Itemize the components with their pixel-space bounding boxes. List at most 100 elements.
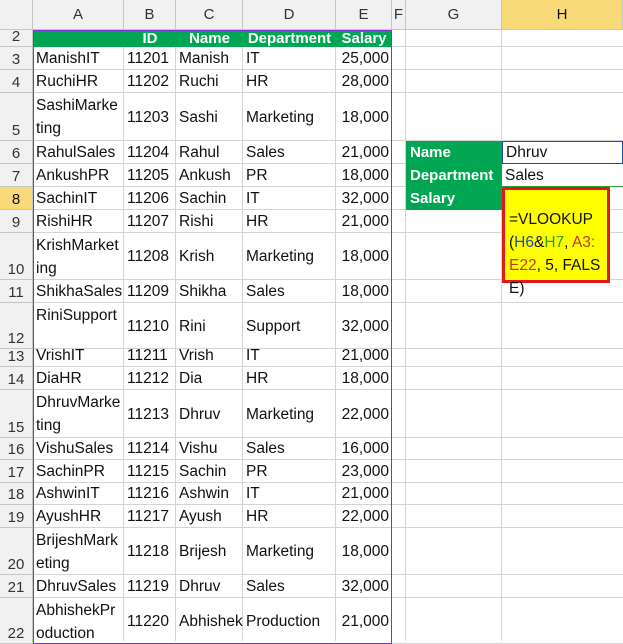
column-header-b[interactable]: B <box>124 0 176 30</box>
cell-dept[interactable]: Sales <box>243 280 336 303</box>
row-header-12[interactable]: 12 <box>0 303 33 349</box>
cell-fullname[interactable]: ManishIT <box>33 47 124 70</box>
cell-name[interactable]: Sachin <box>176 187 243 210</box>
cell-dept[interactable]: Sales <box>243 438 336 460</box>
cell-fullname[interactable]: DiaHR <box>33 367 124 390</box>
cell-id[interactable]: 11212 <box>124 367 176 390</box>
cell-name[interactable]: Ruchi <box>176 70 243 93</box>
cell-salary[interactable]: 16,000 <box>336 438 392 460</box>
cell-dept[interactable]: Marketing <box>243 528 336 575</box>
cell-fullname[interactable]: RuchiHR <box>33 70 124 93</box>
row-header-16[interactable]: 16 <box>0 438 33 460</box>
cell-fullname[interactable]: AnkushPR <box>33 164 124 187</box>
cell-dept[interactable]: HR <box>243 210 336 233</box>
cell-fullname[interactable]: VishuSales <box>33 438 124 460</box>
cell-name[interactable]: Brijesh <box>176 528 243 575</box>
cell-name[interactable]: Krish <box>176 233 243 280</box>
cell-dept[interactable]: HR <box>243 367 336 390</box>
cell-salary[interactable]: 32,000 <box>336 303 392 349</box>
cell-name[interactable]: Rahul <box>176 141 243 164</box>
cell-salary[interactable]: 18,000 <box>336 367 392 390</box>
cell-name[interactable]: Vrish <box>176 349 243 367</box>
cell-salary[interactable]: 23,000 <box>336 460 392 483</box>
row-header-17[interactable]: 17 <box>0 460 33 483</box>
cell-salary[interactable]: 21,000 <box>336 483 392 505</box>
cell-dept[interactable]: HR <box>243 70 336 93</box>
row-header-15[interactable]: 15 <box>0 390 33 438</box>
cell-fullname[interactable]: RishiHR <box>33 210 124 233</box>
cell-id[interactable]: 11213 <box>124 390 176 438</box>
row-header-3[interactable]: 3 <box>0 47 33 70</box>
cell-id[interactable]: 11204 <box>124 141 176 164</box>
cell-fullname[interactable]: AyushHR <box>33 505 124 528</box>
cell-dept[interactable]: Marketing <box>243 233 336 280</box>
cell-id[interactable]: 11203 <box>124 93 176 141</box>
cell-name[interactable]: Rishi <box>176 210 243 233</box>
cell-fullname[interactable]: VrishIT <box>33 349 124 367</box>
row-header-9[interactable]: 9 <box>0 210 33 233</box>
cell-id[interactable]: 11218 <box>124 528 176 575</box>
cell-id[interactable]: 11211 <box>124 349 176 367</box>
cell-fullname[interactable]: AbhishekProduction <box>33 598 124 644</box>
cell-dept[interactable]: PR <box>243 460 336 483</box>
row-header-20[interactable]: 20 <box>0 528 33 575</box>
lookup-salary-label[interactable]: Salary <box>406 187 502 210</box>
cell-name[interactable]: Ankush <box>176 164 243 187</box>
table-header-name[interactable]: Name <box>176 30 243 47</box>
cell-id[interactable]: 11210 <box>124 303 176 349</box>
cell-id[interactable]: 11207 <box>124 210 176 233</box>
column-header-f[interactable]: F <box>392 0 406 30</box>
cell-salary[interactable]: 22,000 <box>336 390 392 438</box>
cell-dept[interactable]: IT <box>243 47 336 70</box>
cell-name[interactable]: Dhruv <box>176 390 243 438</box>
cell-fullname[interactable]: RiniSupport <box>33 303 124 349</box>
row-header-14[interactable]: 14 <box>0 367 33 390</box>
cell-dept[interactable]: PR <box>243 164 336 187</box>
cell-salary[interactable]: 18,000 <box>336 93 392 141</box>
cell-salary[interactable]: 18,000 <box>336 528 392 575</box>
cell-id[interactable]: 11208 <box>124 233 176 280</box>
cell-id[interactable]: 11220 <box>124 598 176 644</box>
cell-name[interactable]: Rini <box>176 303 243 349</box>
cell-salary[interactable]: 28,000 <box>336 70 392 93</box>
cell-id[interactable]: 11209 <box>124 280 176 303</box>
cell-fullname[interactable]: BrijeshMarketing <box>33 528 124 575</box>
cell-fullname[interactable]: KrishMarketing <box>33 233 124 280</box>
lookup-department-value[interactable]: Sales <box>502 164 623 187</box>
cell-fullname[interactable]: SachinPR <box>33 460 124 483</box>
column-header-c[interactable]: C <box>176 0 243 30</box>
row-header-21[interactable]: 21 <box>0 575 33 598</box>
row-header-4[interactable]: 4 <box>0 70 33 93</box>
cell-fullname[interactable]: AshwinIT <box>33 483 124 505</box>
cell-name[interactable]: Abhishek <box>176 598 243 644</box>
cell-salary[interactable]: 32,000 <box>336 187 392 210</box>
cell-salary[interactable]: 18,000 <box>336 233 392 280</box>
cell-dept[interactable]: IT <box>243 349 336 367</box>
column-header-a[interactable]: A <box>33 0 124 30</box>
cell-salary[interactable]: 21,000 <box>336 598 392 644</box>
cell-name[interactable]: Dia <box>176 367 243 390</box>
cell-salary[interactable]: 22,000 <box>336 505 392 528</box>
row-header-22[interactable]: 22 <box>0 598 33 644</box>
cell-id[interactable]: 11205 <box>124 164 176 187</box>
cell-dept[interactable]: Marketing <box>243 390 336 438</box>
lookup-name-label[interactable]: Name <box>406 141 502 164</box>
cell-id[interactable]: 11215 <box>124 460 176 483</box>
table-header-blank[interactable] <box>33 30 124 47</box>
cell-fullname[interactable]: SashiMarketing <box>33 93 124 141</box>
cell-fullname[interactable]: DhruvMarketing <box>33 390 124 438</box>
cell-salary[interactable]: 18,000 <box>336 280 392 303</box>
cell-salary[interactable]: 21,000 <box>336 349 392 367</box>
cell-fullname[interactable]: RahulSales <box>33 141 124 164</box>
cell-id[interactable]: 11201 <box>124 47 176 70</box>
table-header-dept[interactable]: Department <box>243 30 336 47</box>
cell-name[interactable]: Ashwin <box>176 483 243 505</box>
row-header-19[interactable]: 19 <box>0 505 33 528</box>
cell-name[interactable]: Dhruv <box>176 575 243 598</box>
cell-salary[interactable]: 25,000 <box>336 47 392 70</box>
column-header-h[interactable]: H <box>502 0 623 30</box>
cell-name[interactable]: Manish <box>176 47 243 70</box>
column-header-g[interactable]: G <box>406 0 502 30</box>
table-header-salary[interactable]: Salary <box>336 30 392 47</box>
cell-id[interactable]: 11219 <box>124 575 176 598</box>
